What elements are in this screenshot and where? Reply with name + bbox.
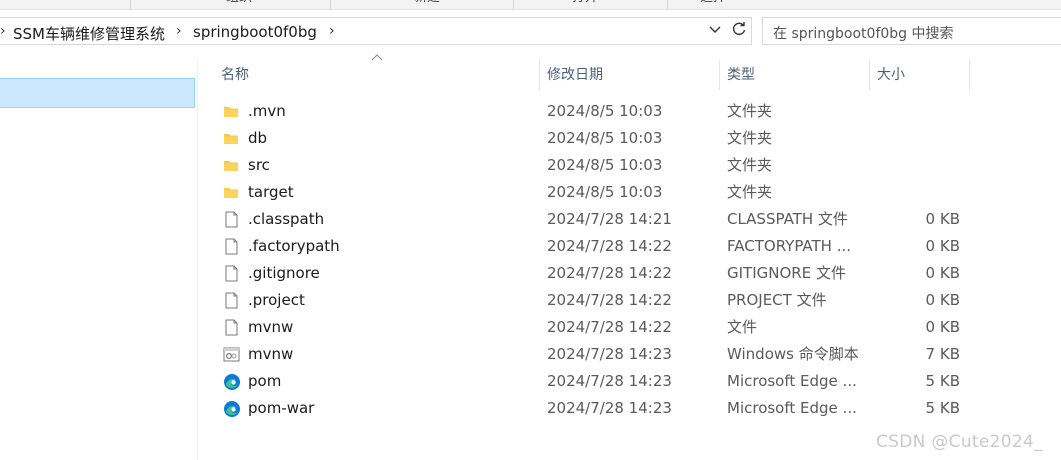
file-name: .factorypath (248, 237, 340, 255)
file-date: 2024/8/5 10:03 (547, 183, 663, 201)
file-size: 0 KB (925, 264, 960, 282)
file-row[interactable]: db 2024/8/5 10:03 文件夹 (198, 125, 998, 152)
file-name: mvnw (248, 345, 294, 363)
file-type: 文件夹 (727, 156, 773, 174)
file-size: 0 KB (925, 291, 960, 309)
chevron-right-icon[interactable]: › (0, 23, 6, 39)
file-name: pom-war (248, 399, 315, 417)
file-row[interactable]: pom 2024/7/28 14:23 Microsoft Edge ... 5 KB (198, 368, 998, 395)
file-icon (223, 319, 240, 336)
breadcrumb-item[interactable]: SSM车辆维修管理系统 (13, 23, 165, 44)
ribbon-select-button[interactable]: 选择 (700, 0, 726, 5)
file-type: 文件夹 (727, 102, 773, 120)
file-row[interactable]: src 2024/8/5 10:03 文件夹 (198, 152, 998, 179)
file-name: .gitignore (248, 264, 320, 282)
ribbon-separator (667, 0, 668, 9)
file-row[interactable]: .project 2024/7/28 14:22 PROJECT 文件 0 KB (198, 287, 998, 314)
ribbon-separator (130, 0, 131, 9)
column-header-type[interactable]: 类型 (727, 60, 755, 90)
column-header-size[interactable]: 大小 (877, 60, 905, 90)
file-type: Microsoft Edge ... (727, 399, 857, 417)
file-icon (223, 238, 240, 255)
file-type: FACTORYPATH ... (727, 237, 852, 255)
file-name: mvnw (248, 318, 294, 336)
file-type: 文件夹 (727, 129, 773, 147)
file-date: 2024/7/28 14:23 (547, 372, 672, 390)
column-divider[interactable] (869, 60, 870, 90)
file-type: CLASSPATH 文件 (727, 210, 848, 228)
file-icon (223, 211, 240, 228)
file-row[interactable]: pom-war 2024/7/28 14:23 Microsoft Edge ...… (198, 395, 998, 422)
file-type: Windows 命令脚本 (727, 345, 859, 363)
file-date: 2024/8/5 10:03 (547, 102, 663, 120)
file-date: 2024/7/28 14:23 (547, 345, 672, 363)
file-size: 5 KB (925, 372, 960, 390)
file-name: src (248, 156, 270, 174)
file-type: 文件夹 (727, 183, 773, 201)
address-bar[interactable]: › SSM车辆维修管理系统 › springboot0f0bg › (0, 17, 752, 45)
file-date: 2024/7/28 14:21 (547, 210, 672, 228)
file-name: .mvn (248, 102, 286, 120)
file-name: .classpath (248, 210, 325, 228)
file-row[interactable]: .gitignore 2024/7/28 14:22 GITIGNORE 文件 0 K… (198, 260, 998, 287)
file-size: 0 KB (925, 318, 960, 336)
watermark: CSDN @Cute2024_ (876, 432, 1043, 452)
sort-ascending-icon (371, 53, 383, 64)
file-row[interactable]: mvnw 2024/7/28 14:22 文件 0 KB (198, 314, 998, 341)
chevron-right-icon[interactable]: › (176, 23, 182, 39)
column-header-date[interactable]: 修改日期 (547, 60, 603, 90)
ribbon-separator (330, 0, 331, 9)
ribbon: 组织 新建 打开 选择 (0, 0, 1061, 10)
nav-selected-item[interactable] (0, 78, 195, 108)
folder-icon (223, 103, 240, 120)
column-divider[interactable] (719, 60, 720, 90)
file-name: db (248, 129, 268, 147)
folder-icon (223, 130, 240, 147)
file-row[interactable]: mvnw 2024/7/28 14:23 Windows 命令脚本 7 KB (198, 341, 998, 368)
file-size: 0 KB (925, 210, 960, 228)
ribbon-new-button[interactable]: 新建 (414, 0, 440, 5)
file-row[interactable]: target 2024/8/5 10:03 文件夹 (198, 179, 998, 206)
file-icon (223, 265, 240, 282)
file-date: 2024/8/5 10:03 (547, 129, 663, 147)
column-divider[interactable] (539, 60, 540, 90)
search-input[interactable]: 在 springboot0f0bg 中搜索 (762, 17, 1061, 45)
file-date: 2024/7/28 14:22 (547, 291, 672, 309)
folder-icon (223, 184, 240, 201)
edge-icon (223, 400, 240, 417)
file-type: PROJECT 文件 (727, 291, 827, 309)
ribbon-organize-button[interactable]: 组织 (226, 0, 252, 5)
file-row[interactable]: .factorypath 2024/7/28 14:22 FACTORYPATH .… (198, 233, 998, 260)
script-icon (223, 346, 240, 363)
file-name: pom (248, 372, 282, 390)
chevron-right-icon[interactable]: › (329, 23, 335, 39)
file-icon (223, 292, 240, 309)
folder-icon (223, 157, 240, 174)
column-header-name[interactable]: 名称 (221, 60, 249, 90)
file-size: 5 KB (925, 399, 960, 417)
breadcrumb-item[interactable]: springboot0f0bg (193, 23, 317, 41)
file-name: .project (248, 291, 305, 309)
chevron-down-icon[interactable] (708, 22, 722, 40)
file-row[interactable]: .mvn 2024/8/5 10:03 文件夹 (198, 98, 998, 125)
column-divider[interactable] (969, 60, 970, 90)
edge-icon (223, 373, 240, 390)
file-date: 2024/7/28 14:22 (547, 318, 672, 336)
search-placeholder: 在 springboot0f0bg 中搜索 (773, 26, 954, 42)
refresh-icon[interactable] (730, 20, 748, 43)
file-name: target (248, 183, 294, 201)
file-date: 2024/7/28 14:23 (547, 399, 672, 417)
file-size: 0 KB (925, 237, 960, 255)
file-type: 文件 (727, 318, 758, 336)
file-size: 7 KB (925, 345, 960, 363)
file-row[interactable]: .classpath 2024/7/28 14:21 CLASSPATH 文件 0 K… (198, 206, 998, 233)
ribbon-open-button[interactable]: 打开 (572, 0, 598, 5)
file-date: 2024/7/28 14:22 (547, 237, 672, 255)
ribbon-separator (513, 0, 514, 9)
file-type: GITIGNORE 文件 (727, 264, 846, 282)
file-type: Microsoft Edge ... (727, 372, 857, 390)
file-date: 2024/7/28 14:22 (547, 264, 672, 282)
file-date: 2024/8/5 10:03 (547, 156, 663, 174)
